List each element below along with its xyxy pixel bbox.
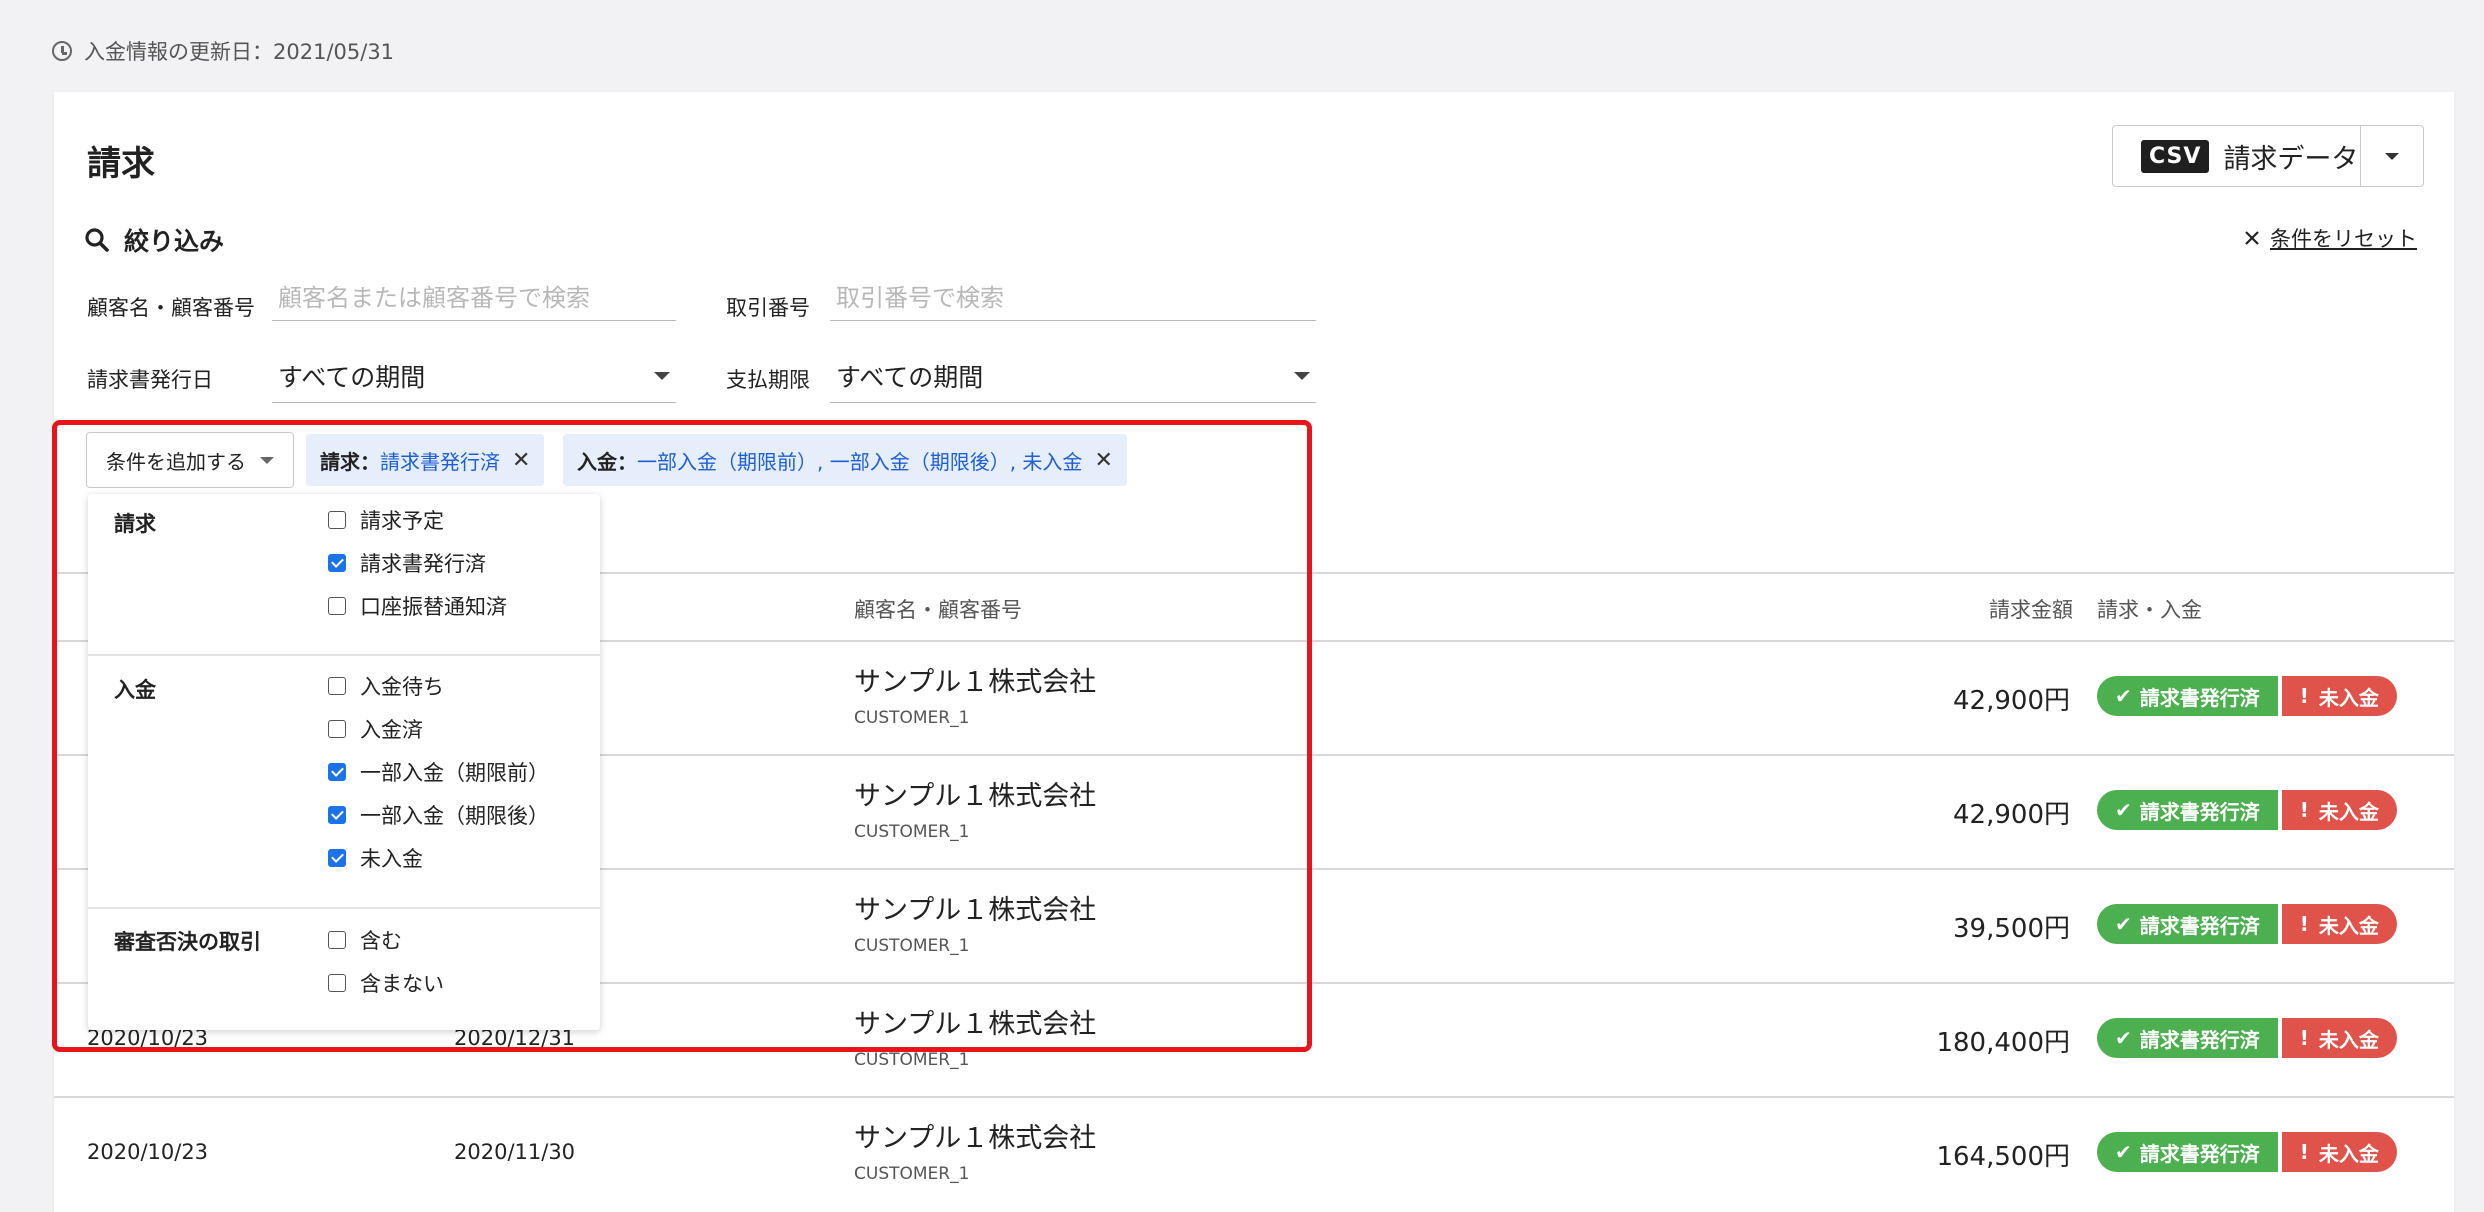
- payment-status-badge: ! 未入金: [2281, 904, 2397, 944]
- clock-icon: [52, 41, 72, 61]
- payment-status-badge: ! 未入金: [2281, 1132, 2397, 1172]
- status-badges: ✔ 請求書発行済 ! 未入金: [2097, 1018, 2397, 1058]
- caret-down-icon: [654, 372, 670, 380]
- payment-status-label: 未入金: [2318, 913, 2379, 938]
- issue-date-value: すべての期間: [278, 363, 426, 392]
- invoice-amount: 180,400円: [1936, 1028, 2070, 1058]
- billing-status-badge: ✔ 請求書発行済: [2097, 1132, 2278, 1172]
- check-icon: ✔: [2115, 798, 2132, 822]
- issue-date-label: 請求書発行日: [87, 368, 213, 392]
- transaction-search-input[interactable]: [830, 282, 1316, 321]
- billing-status-label: 請求書発行済: [2139, 913, 2260, 938]
- close-icon: [2245, 231, 2259, 245]
- billing-status-label: 請求書発行済: [2139, 799, 2260, 824]
- billing-status-badge: ✔ 請求書発行済: [2097, 1018, 2278, 1058]
- caret-down-icon: [1294, 372, 1310, 380]
- due-date-select[interactable]: すべての期間: [830, 358, 1316, 403]
- update-label: 入金情報の更新日：2021/05/31: [84, 40, 395, 64]
- transaction-filter-label: 取引番号: [726, 296, 810, 320]
- customer-name: サンプル１株式会社: [854, 1123, 1097, 1154]
- exclamation-icon: !: [2299, 798, 2309, 822]
- check-icon: ✔: [2115, 684, 2132, 708]
- payment-status-badge: ! 未入金: [2281, 790, 2397, 830]
- update-info: 入金情報の更新日：2021/05/31: [52, 36, 394, 66]
- billing-card: 請求 CSV 請求データ 絞り込み 条件をリセット 顧客名・顧客番号 取引番号 …: [52, 92, 2454, 1212]
- payment-status-label: 未入金: [2318, 1027, 2379, 1052]
- due-date: 2020/11/30: [454, 1140, 576, 1164]
- customer-filter-label: 顧客名・顧客番号: [87, 296, 255, 320]
- search-icon: [85, 228, 109, 252]
- reset-filters-label: 条件をリセット: [2270, 227, 2417, 251]
- customer-search-input[interactable]: [272, 282, 676, 321]
- page-title: 請求: [87, 144, 155, 184]
- issue-date-select[interactable]: すべての期間: [272, 358, 676, 403]
- due-date-label: 支払期限: [726, 368, 810, 392]
- billing-status-badge: ✔ 請求書発行済: [2097, 904, 2278, 944]
- check-icon: ✔: [2115, 912, 2132, 936]
- status-badges: ✔ 請求書発行済 ! 未入金: [2097, 1132, 2397, 1172]
- payment-status-label: 未入金: [2318, 1141, 2379, 1166]
- invoice-amount: 164,500円: [1936, 1142, 2070, 1172]
- payment-status-label: 未入金: [2318, 685, 2379, 710]
- reset-filters-link[interactable]: 条件をリセット: [2244, 223, 2417, 253]
- exclamation-icon: !: [2299, 684, 2309, 708]
- customer-id: CUSTOMER_1: [854, 1164, 970, 1184]
- payment-status-badge: ! 未入金: [2281, 676, 2397, 716]
- invoice-amount: 42,900円: [1953, 800, 2070, 830]
- billing-status-badge: ✔ 請求書発行済: [2097, 676, 2278, 716]
- csv-export-label: 請求データ: [2223, 143, 2359, 175]
- billing-status-label: 請求書発行済: [2139, 1141, 2260, 1166]
- payment-status-badge: ! 未入金: [2281, 1018, 2397, 1058]
- customer-id: CUSTOMER_1: [854, 1050, 970, 1070]
- billing-status-badge: ✔ 請求書発行済: [2097, 790, 2278, 830]
- issue-date: 2020/10/23: [87, 1140, 209, 1164]
- check-icon: ✔: [2115, 1026, 2132, 1050]
- filter-heading: 絞り込み: [84, 222, 224, 258]
- billing-status-label: 請求書発行済: [2139, 1027, 2260, 1052]
- csv-export-menu-toggle[interactable]: [2360, 126, 2423, 186]
- status-badges: ✔ 請求書発行済 ! 未入金: [2097, 790, 2397, 830]
- column-header-amount: 請求金額: [1989, 598, 2073, 622]
- csv-export-button[interactable]: CSV 請求データ: [2113, 126, 2360, 186]
- highlight-box: [52, 420, 1312, 1052]
- csv-export-button-group: CSV 請求データ: [2112, 125, 2424, 187]
- invoice-amount: 42,900円: [1953, 686, 2070, 716]
- filter-heading-label: 絞り込み: [124, 227, 225, 256]
- payment-status-label: 未入金: [2318, 799, 2379, 824]
- exclamation-icon: !: [2299, 1026, 2309, 1050]
- status-badges: ✔ 請求書発行済 ! 未入金: [2097, 904, 2397, 944]
- check-icon: ✔: [2115, 1140, 2132, 1164]
- exclamation-icon: !: [2299, 1140, 2309, 1164]
- invoice-amount: 39,500円: [1953, 914, 2070, 944]
- billing-status-label: 請求書発行済: [2139, 685, 2260, 710]
- column-header-status: 請求・入金: [2097, 598, 2202, 622]
- row-divider: [54, 1096, 2454, 1098]
- caret-down-icon: [2385, 152, 2399, 160]
- due-date-value: すべての期間: [836, 363, 984, 392]
- exclamation-icon: !: [2299, 912, 2309, 936]
- csv-icon: CSV: [2141, 139, 2210, 173]
- status-badges: ✔ 請求書発行済 ! 未入金: [2097, 676, 2397, 716]
